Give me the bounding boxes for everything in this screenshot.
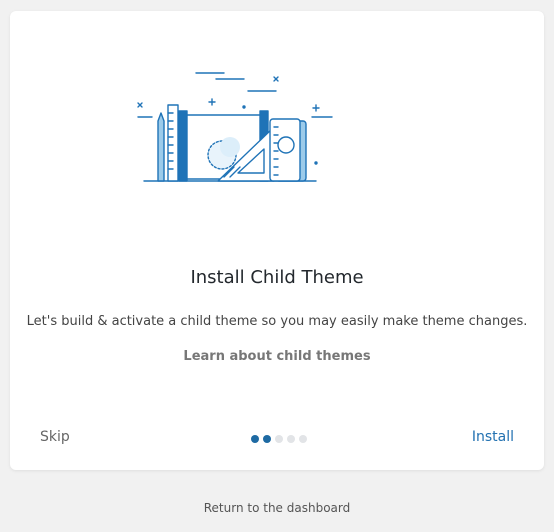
step-pagination <box>251 435 307 443</box>
skip-button[interactable]: Skip <box>40 429 70 445</box>
step-dot-5 <box>299 435 307 443</box>
step-dot-2 <box>263 435 271 443</box>
step-dot-1 <box>251 435 259 443</box>
design-tools-illustration <box>137 72 333 182</box>
setup-wizard-card: Install Child Theme Let's build & activa… <box>10 11 544 470</box>
install-button[interactable]: Install <box>472 429 514 445</box>
page-title: Install Child Theme <box>190 267 364 288</box>
step-dot-3 <box>275 435 283 443</box>
return-to-dashboard-link[interactable]: Return to the dashboard <box>0 501 554 515</box>
learn-child-themes-link[interactable]: Learn about child themes <box>10 349 544 364</box>
description-text: Let's build & activate a child theme so … <box>26 314 528 329</box>
step-dot-4 <box>287 435 295 443</box>
